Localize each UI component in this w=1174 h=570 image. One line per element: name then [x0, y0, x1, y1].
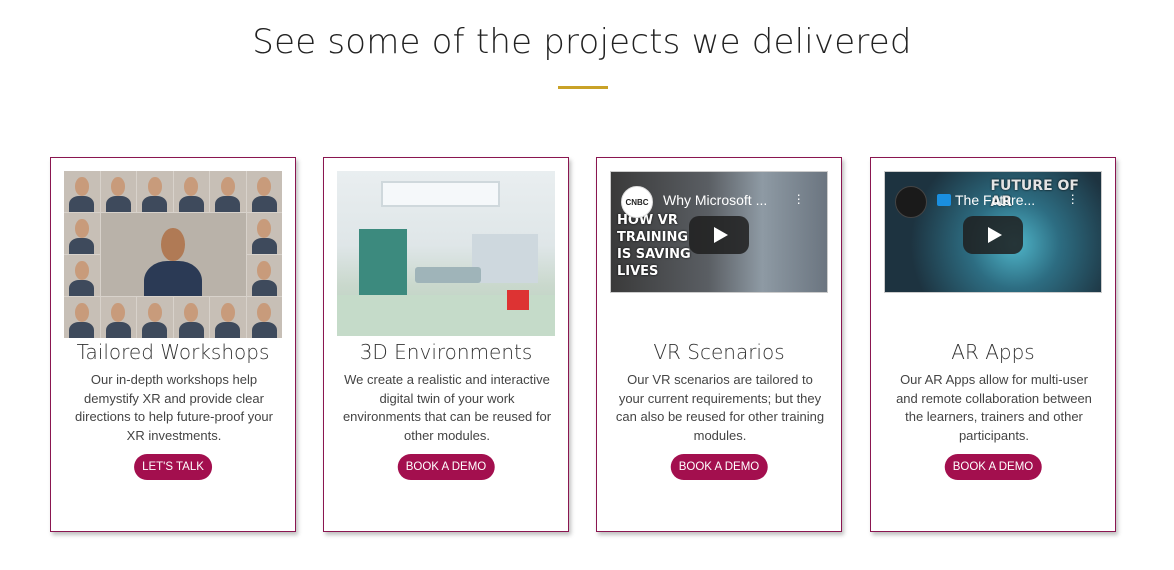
heading-divider: [558, 86, 608, 89]
play-button-icon[interactable]: [963, 216, 1023, 254]
cnbc-channel-icon[interactable]: CNBC: [621, 186, 653, 218]
video-call-collage-image: [64, 171, 282, 338]
operating-room-render-image: [337, 171, 555, 336]
book-demo-button[interactable]: BOOK A DEMO: [397, 454, 495, 480]
card-title: VR Scenarios: [653, 340, 785, 364]
channel-avatar-icon[interactable]: [895, 186, 927, 218]
card-tailored-workshops: Tailored Workshops Our in-depth workshop…: [50, 157, 296, 532]
card-3d-environments: 3D Environments We create a realistic an…: [323, 157, 569, 532]
video-title[interactable]: Why Microsoft ...: [663, 192, 767, 208]
youtube-video-embed[interactable]: FUTURE OF AR The Future... · · ·: [884, 171, 1102, 293]
card-title: AR Apps: [951, 340, 1035, 364]
fast-forward-icon: [937, 194, 951, 206]
card-description: We create a realistic and interactive di…: [342, 372, 552, 443]
card-description: Our VR scenarios are tailored to your cu…: [615, 372, 825, 443]
video-overlay-text: HOW VR TRAINING IS SAVING LIVES: [617, 213, 691, 279]
video-title[interactable]: The Future...: [955, 192, 1035, 208]
section-heading: See some of the projects we delivered: [252, 22, 912, 62]
card-ar-apps: FUTURE OF AR The Future... · · · AR Apps O…: [870, 157, 1116, 532]
lets-talk-button[interactable]: LET'S TALK: [134, 454, 212, 480]
youtube-video-embed[interactable]: HOW VR TRAINING IS SAVING LIVES CNBC Why…: [610, 171, 828, 293]
card-vr-scenarios: HOW VR TRAINING IS SAVING LIVES CNBC Why…: [596, 157, 842, 532]
card-description: Our AR Apps allow for multi-user and rem…: [896, 372, 1092, 443]
more-options-icon[interactable]: · · ·: [1070, 187, 1075, 209]
more-options-icon[interactable]: · · ·: [796, 187, 801, 209]
card-title: Tailored Workshops: [76, 340, 270, 364]
card-description: Our in-depth workshops help demystify XR…: [75, 372, 273, 443]
play-button-icon[interactable]: [689, 216, 749, 254]
book-demo-button[interactable]: BOOK A DEMO: [670, 454, 768, 480]
card-title: 3D Environments: [359, 340, 533, 364]
book-demo-button[interactable]: BOOK A DEMO: [944, 454, 1042, 480]
